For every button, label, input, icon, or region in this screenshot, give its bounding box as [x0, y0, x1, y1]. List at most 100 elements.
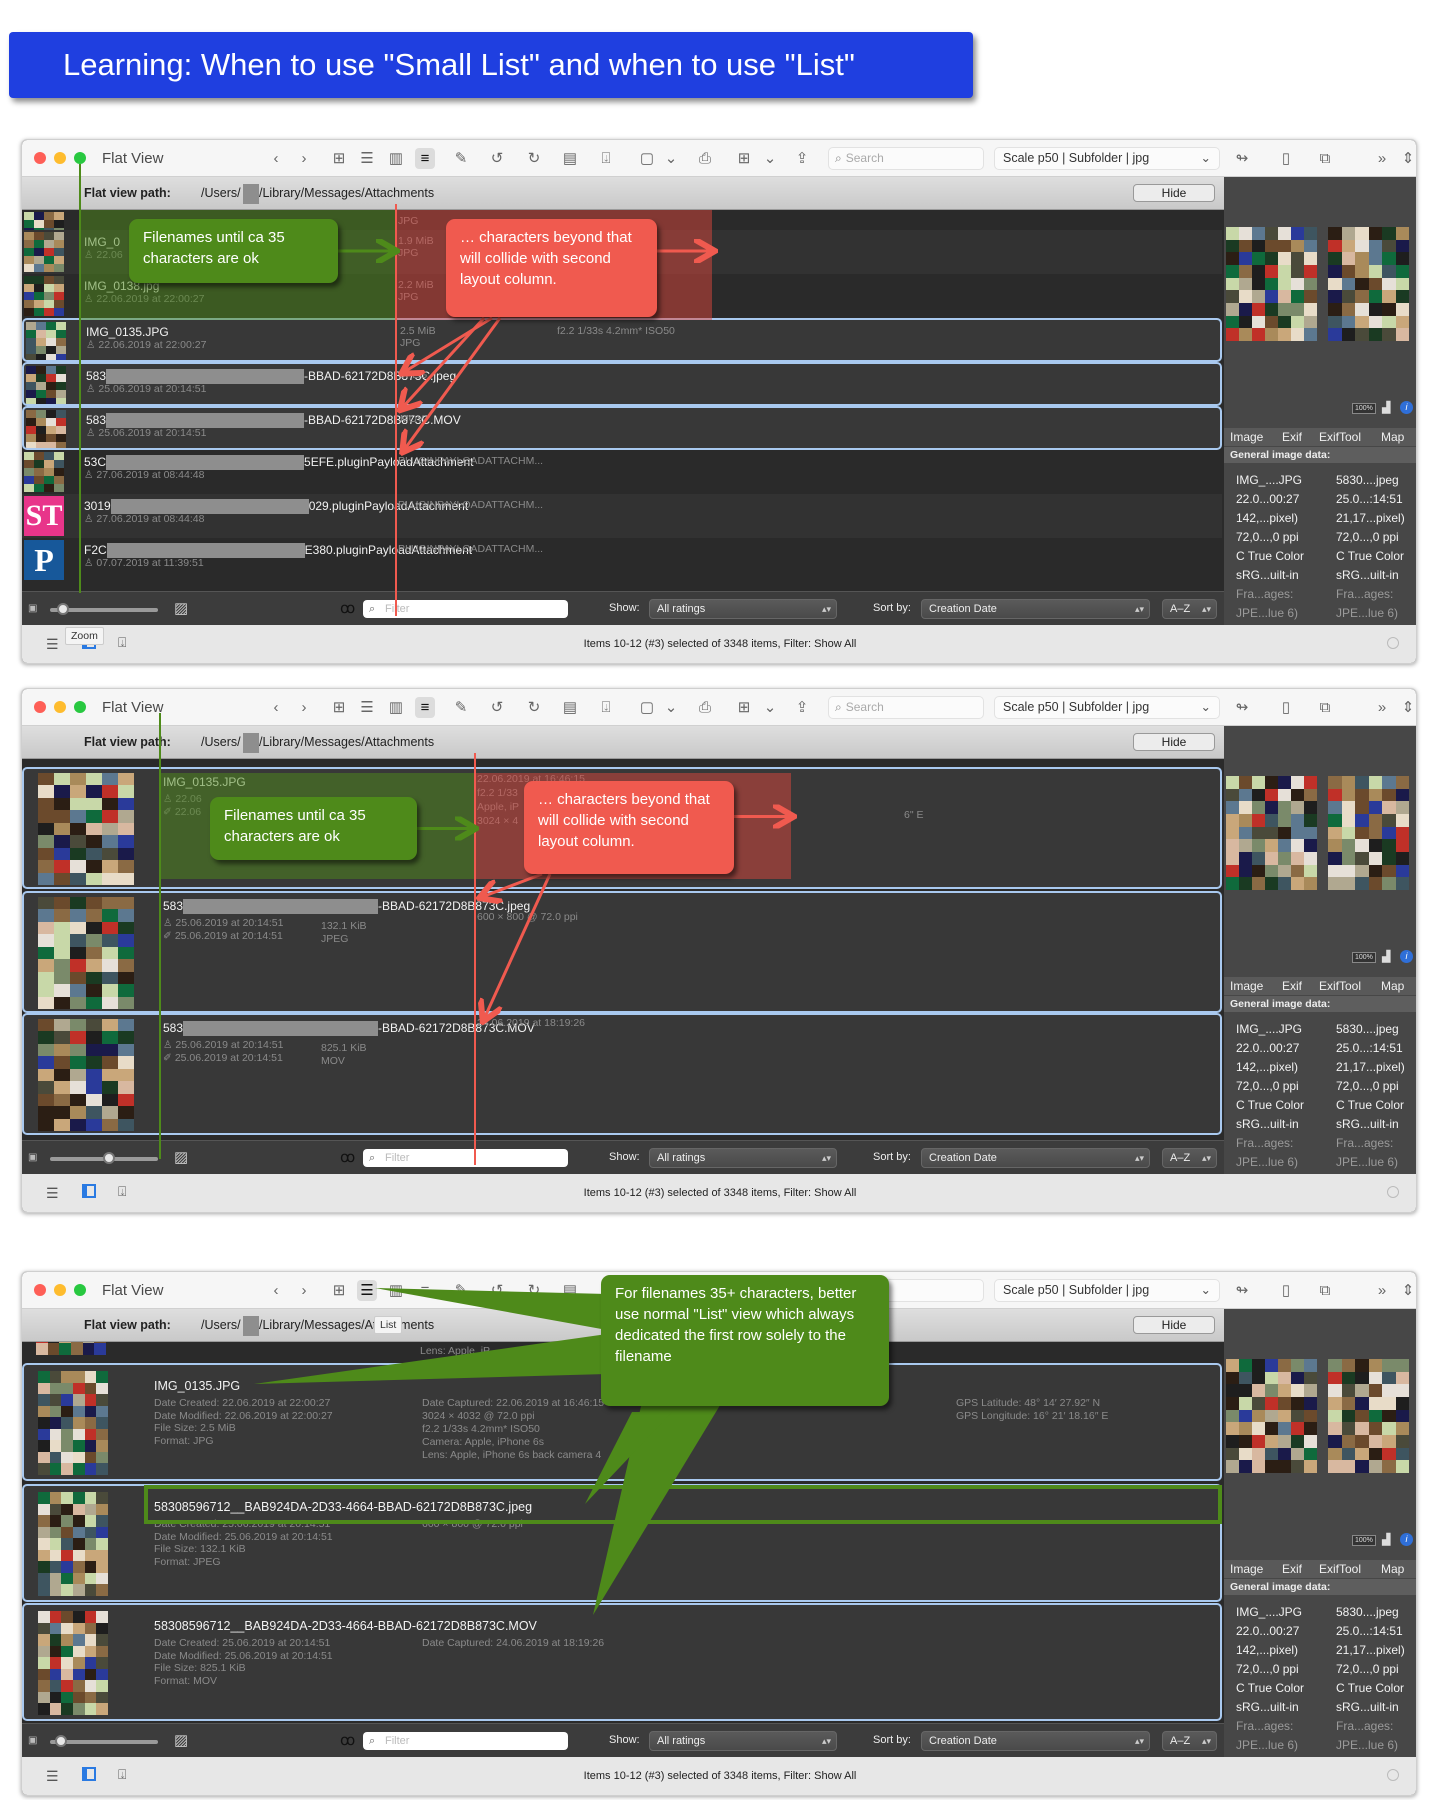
info-icon[interactable]: i: [1400, 950, 1413, 963]
layout-grid-icon[interactable]: ⊞: [734, 697, 754, 718]
forward-action-icon[interactable]: ↬: [1232, 1280, 1252, 1301]
close-button[interactable]: [34, 1284, 46, 1296]
list-view-icon[interactable]: ☰: [357, 697, 377, 718]
edit-icon[interactable]: ✎: [451, 148, 471, 169]
order-select[interactable]: A–Z ▴▾: [1162, 599, 1217, 619]
list-view-icon[interactable]: ☰: [357, 1280, 377, 1301]
filmstrip-view-icon[interactable]: ▥: [386, 1280, 406, 1301]
tab-map[interactable]: Map: [1381, 430, 1404, 444]
clipboard-icon[interactable]: ▤: [560, 148, 580, 169]
tab-exif[interactable]: Exif: [1282, 1562, 1302, 1576]
grid-view-icon[interactable]: ⊞: [329, 697, 349, 718]
forward-action-icon[interactable]: ↬: [1232, 697, 1252, 718]
filmstrip-view-icon[interactable]: ▥: [386, 697, 406, 718]
tab-exiftool[interactable]: ExifTool: [1319, 979, 1361, 993]
forward-icon[interactable]: ›: [294, 1280, 314, 1301]
scroll-arrows-icon[interactable]: ⇕: [1398, 148, 1416, 169]
minimize-button[interactable]: [54, 701, 66, 713]
zoom-100-badge[interactable]: 100%: [1352, 952, 1376, 963]
export-icon[interactable]: ⍗: [596, 697, 616, 718]
filter-input[interactable]: ⌕ Filter: [363, 600, 568, 618]
edit-icon[interactable]: ✎: [451, 697, 471, 718]
tab-image[interactable]: Image: [1230, 1562, 1263, 1576]
layout-grid-icon[interactable]: ⊞: [734, 148, 754, 169]
small-list-view-icon[interactable]: ≡: [415, 1280, 435, 1301]
share-icon[interactable]: ⇪: [792, 697, 812, 718]
filter-input[interactable]: ⌕ Filter: [363, 1732, 568, 1750]
panel-icon[interactable]: ▯: [1276, 697, 1296, 718]
tab-image[interactable]: Image: [1230, 979, 1263, 993]
tab-exiftool[interactable]: ExifTool: [1319, 430, 1361, 444]
grid-view-icon[interactable]: ⊞: [329, 148, 349, 169]
list-item[interactable]: P F2C E380.pluginPayloadAttachment ♙ 07.07.2…: [22, 538, 1222, 582]
chevron-down-icon[interactable]: ⌄: [760, 148, 780, 169]
zoom-slider-knob[interactable]: [54, 1735, 67, 1747]
rotate-right-icon[interactable]: ↻: [524, 148, 544, 169]
list-item[interactable]: IMG_0135.JPG ♙ 22.06.2019 at 22:00:27 2.5 M…: [22, 318, 1222, 362]
glasses-icon[interactable]: ꝏ: [340, 1148, 355, 1166]
tab-exif[interactable]: Exif: [1282, 430, 1302, 444]
list-item[interactable]: 583 -BBAD-62172D8B873C.MOV ♙ 25.06.2019 at …: [22, 406, 1222, 450]
order-select[interactable]: A–Z ▴▾: [1162, 1731, 1217, 1751]
minimize-button[interactable]: [54, 1284, 66, 1296]
list-view-icon[interactable]: ☰: [357, 148, 377, 169]
list-item[interactable]: ST 3019 029.pluginPayloadAttachment ♙ 27.06.…: [22, 494, 1222, 538]
forward-icon[interactable]: ›: [294, 148, 314, 169]
histogram-icon[interactable]: ▟: [1382, 401, 1390, 414]
filmstrip-view-icon[interactable]: ▥: [386, 148, 406, 169]
clipboard-icon[interactable]: ▤: [560, 1280, 580, 1301]
scale-select[interactable]: Scale p50 | Subfolder | jpg ⌄: [994, 147, 1220, 170]
rotate-right-icon[interactable]: ↻: [524, 1280, 544, 1301]
filter-input[interactable]: ⌕ Filter: [363, 1149, 568, 1167]
zoom-button[interactable]: [74, 152, 86, 164]
glasses-icon[interactable]: ꝏ: [340, 599, 355, 617]
zoom-100-badge[interactable]: 100%: [1352, 1535, 1376, 1546]
tab-map[interactable]: Map: [1381, 979, 1404, 993]
hide-button[interactable]: Hide: [1133, 1316, 1215, 1334]
close-button[interactable]: [34, 701, 46, 713]
search-input[interactable]: ⌕Search: [828, 147, 984, 170]
rotate-left-icon[interactable]: ↺: [487, 1280, 507, 1301]
chevron-down-icon[interactable]: ⌄: [661, 148, 681, 169]
share-icon[interactable]: ⇪: [792, 148, 812, 169]
print-icon[interactable]: ⎙: [695, 697, 715, 718]
list-item[interactable]: [22, 759, 1222, 765]
more-icon[interactable]: »: [1372, 697, 1392, 718]
close-button[interactable]: [34, 152, 46, 164]
forward-action-icon[interactable]: ↬: [1232, 148, 1252, 169]
export-icon[interactable]: ⍗: [596, 148, 616, 169]
chevron-down-icon[interactable]: ⌄: [760, 697, 780, 718]
grid-view-icon[interactable]: ⊞: [329, 1280, 349, 1301]
zoom-slider-knob[interactable]: [103, 1152, 116, 1164]
zoom-100-badge[interactable]: 100%: [1352, 403, 1376, 414]
glasses-icon[interactable]: ꝏ: [340, 1731, 355, 1749]
window-mode-icon[interactable]: ⧉: [1315, 697, 1335, 718]
hide-button[interactable]: Hide: [1133, 733, 1215, 751]
show-select[interactable]: All ratings ▴▾: [649, 1731, 837, 1751]
zoom-button[interactable]: [74, 701, 86, 713]
chevron-down-icon[interactable]: ⌄: [661, 697, 681, 718]
list-item[interactable]: 583 -BBAD-62172D8B873C.jpeg ♙ 25.06.2019 at…: [22, 891, 1222, 1013]
order-select[interactable]: A–Z ▴▾: [1162, 1148, 1217, 1168]
show-select[interactable]: All ratings ▴▾: [649, 599, 837, 619]
back-icon[interactable]: ‹: [266, 148, 286, 169]
window-mode-icon[interactable]: ⧉: [1315, 1280, 1335, 1301]
sort-select[interactable]: Creation Date ▴▾: [921, 1731, 1150, 1751]
scroll-arrows-icon[interactable]: ⇕: [1398, 697, 1416, 718]
clipboard-icon[interactable]: ▤: [560, 697, 580, 718]
back-icon[interactable]: ‹: [266, 697, 286, 718]
edit-icon[interactable]: ✎: [451, 1280, 471, 1301]
list-item[interactable]: 583 -BBAD-62172D8B873C.MOV ♙ 25.06.2019 at …: [22, 1013, 1222, 1135]
print-icon[interactable]: ⎙: [695, 148, 715, 169]
panel-icon[interactable]: ▯: [1276, 148, 1296, 169]
show-select[interactable]: All ratings ▴▾: [649, 1148, 837, 1168]
list-item[interactable]: 58308596712__BAB924DA-2D33-4664-BBAD-621…: [22, 1603, 1222, 1721]
window-icon[interactable]: ▢: [637, 148, 657, 169]
tab-exif[interactable]: Exif: [1282, 979, 1302, 993]
histogram-icon[interactable]: ▟: [1382, 950, 1390, 963]
histogram-icon[interactable]: ▟: [1382, 1533, 1390, 1546]
tab-image[interactable]: Image: [1230, 430, 1263, 444]
scale-select[interactable]: Scale p50 | Subfolder | jpg ⌄: [994, 696, 1220, 719]
info-icon[interactable]: i: [1400, 1533, 1413, 1546]
window-icon[interactable]: ▢: [637, 697, 657, 718]
